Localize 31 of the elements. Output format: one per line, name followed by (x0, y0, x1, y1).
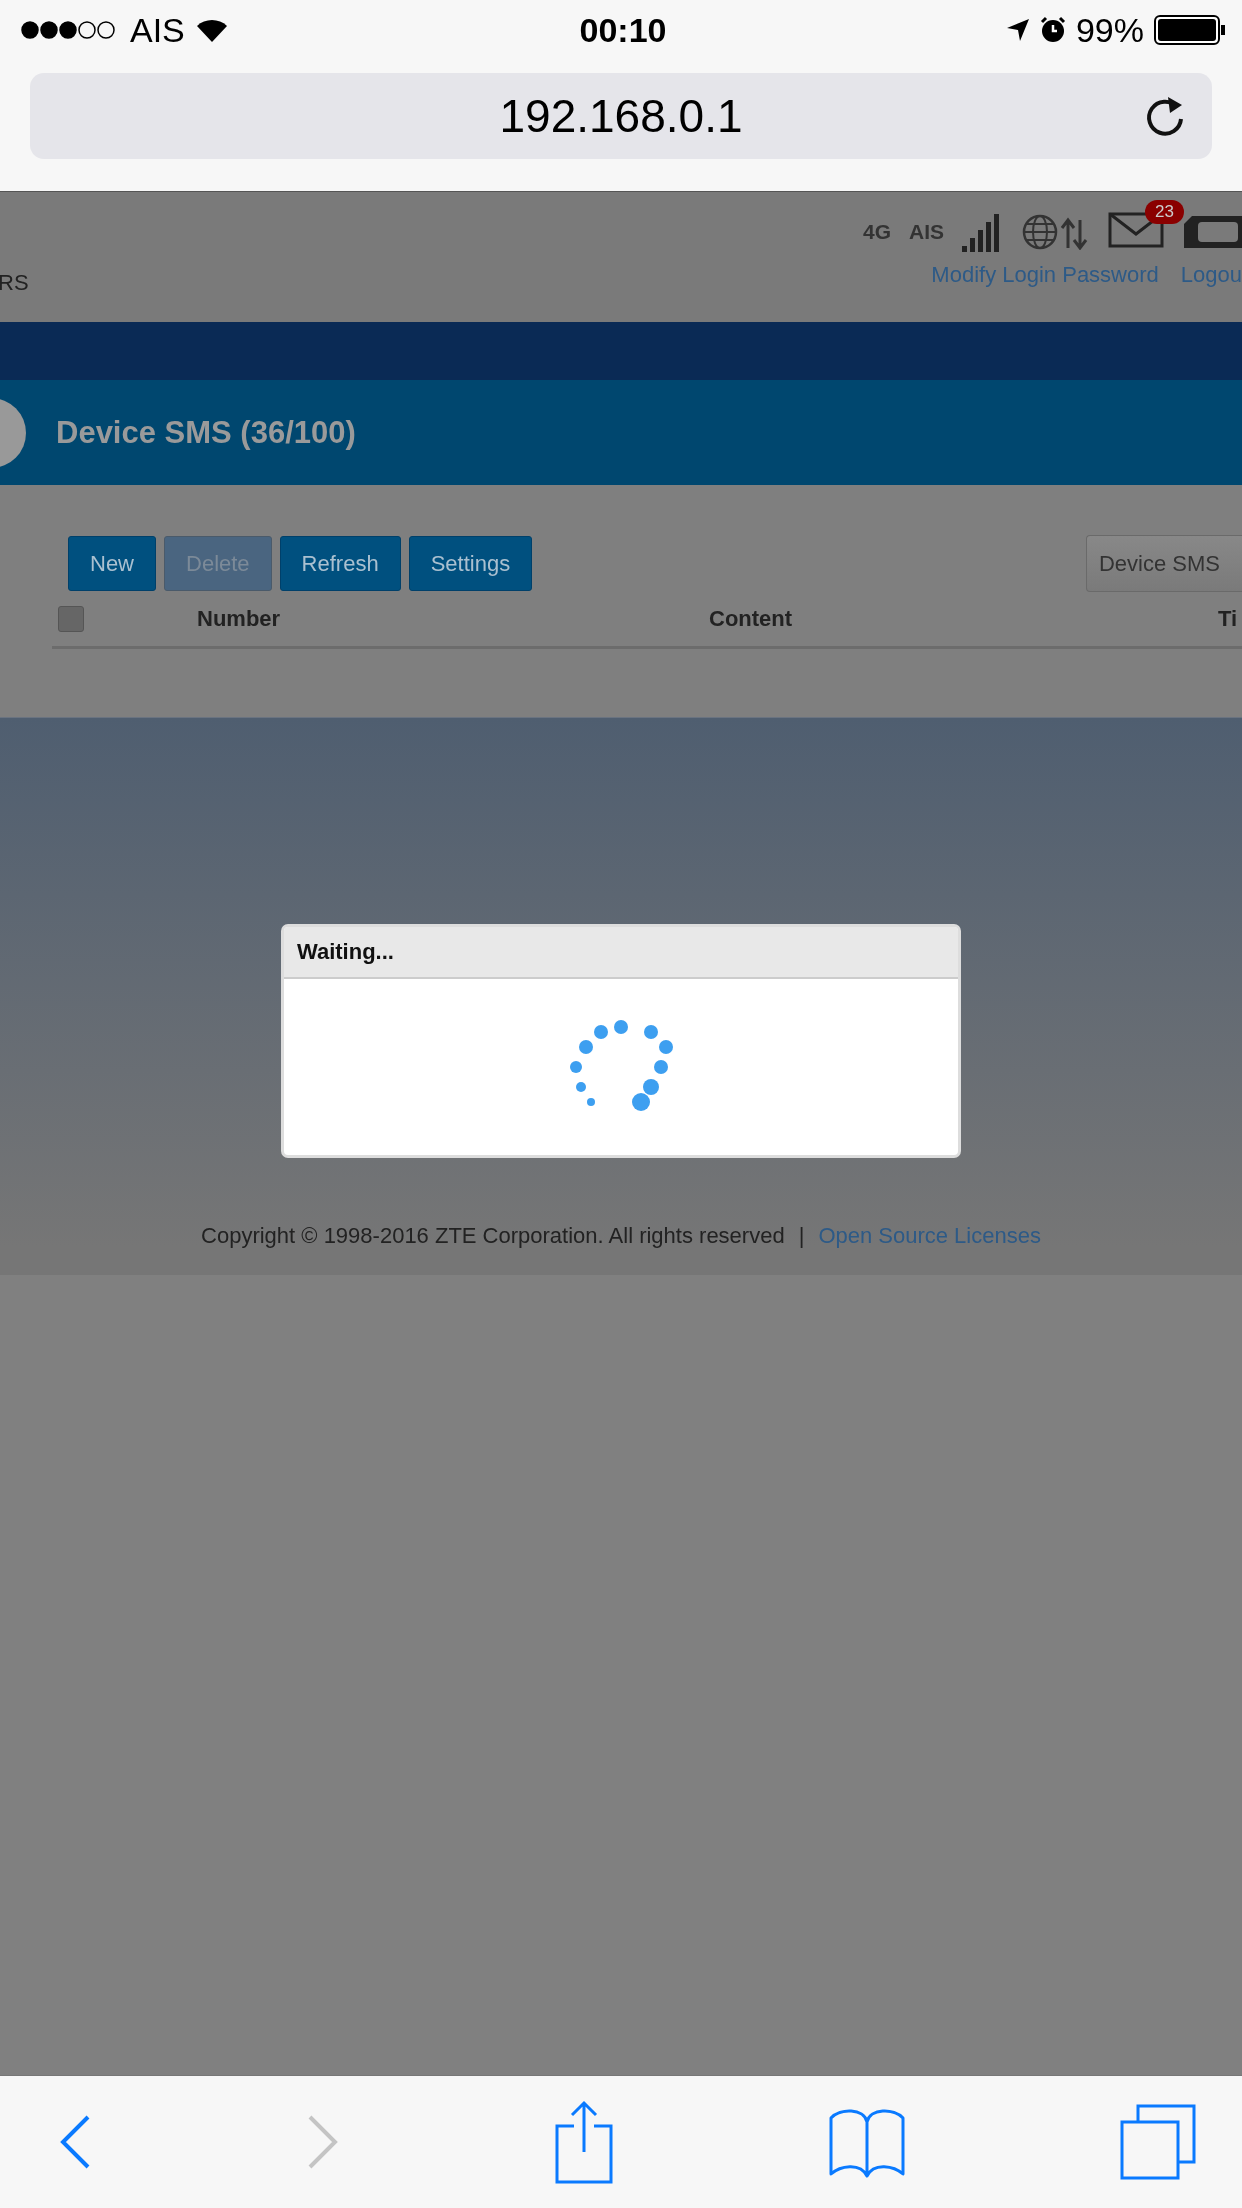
toolbar-button[interactable]: New (68, 536, 156, 591)
globe-arrows-icon (1022, 214, 1090, 250)
column-header: Ti (1218, 606, 1239, 632)
alarm-clock-icon (1039, 16, 1066, 44)
carrier-name: AIS (130, 10, 185, 50)
operator-label: AIS (909, 220, 944, 244)
battery-percent: 99% (1075, 10, 1144, 50)
footer-separator: | (798, 1223, 805, 1249)
share-icon[interactable] (554, 2100, 614, 2184)
header-link[interactable]: Modify Login Password (931, 262, 1159, 288)
copyright-text: Copyright © 1998-2016 ZTE Corporation. All rights reserved (201, 1223, 785, 1249)
address-bar[interactable]: 192.168.0.1 (30, 73, 1212, 159)
column-header: Content (709, 606, 794, 632)
battery-icon (1154, 15, 1226, 45)
tabs-icon[interactable] (1120, 2104, 1196, 2180)
dialog-title: Waiting... (297, 939, 394, 965)
toolbar-button[interactable]: Settings (408, 536, 533, 591)
wifi-icon (194, 17, 229, 43)
page-heading-fragment: RS (0, 270, 29, 296)
sms-location-select[interactable]: Device SMS (1085, 535, 1242, 592)
bookmarks-icon[interactable] (828, 2106, 906, 2178)
page-title: Device SMS (36/100) (56, 414, 356, 451)
column-header: Number (197, 606, 282, 632)
network-type-label: 4G (862, 220, 891, 244)
select-all-checkbox[interactable] (58, 606, 84, 632)
back-icon[interactable] (58, 2114, 92, 2170)
unread-badge: 23 (1145, 200, 1184, 224)
location-arrow-icon (1005, 18, 1030, 42)
toolbar-button[interactable]: Refresh (279, 536, 401, 591)
clock-time: 00:10 (579, 10, 667, 50)
header-link[interactable]: Logou (1180, 262, 1242, 288)
